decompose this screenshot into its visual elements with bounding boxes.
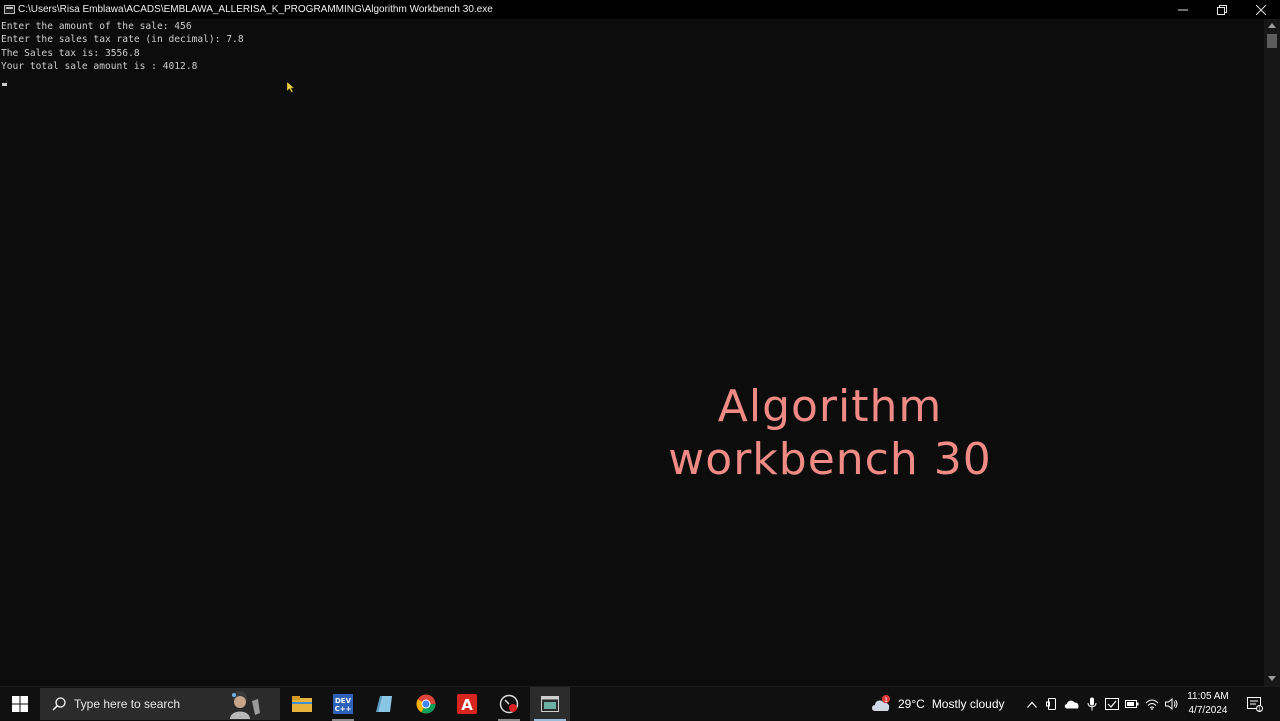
scroll-up-icon[interactable] (1268, 23, 1276, 28)
taskbar-dev-cpp[interactable]: DEV C++ (323, 687, 363, 721)
tray-device-button[interactable] (1042, 698, 1062, 710)
svg-text:C++: C++ (335, 705, 352, 713)
chevron-up-icon (1027, 701, 1037, 708)
scrollbar-thumb[interactable] (1267, 34, 1277, 48)
weather-widget[interactable]: 1 29°C Mostly cloudy (870, 687, 1005, 721)
window-title: C:\Users\Risa Emblawa\ACADS\EMBLAWA_ALLE… (18, 4, 493, 15)
tray-security-button[interactable] (1102, 698, 1122, 710)
microphone-icon (1087, 697, 1097, 711)
restore-button[interactable] (1202, 0, 1241, 19)
system-tray (1022, 687, 1182, 721)
notes-app-icon (376, 696, 392, 712)
security-shield-icon (1105, 698, 1119, 710)
mouse-pointer-icon (287, 82, 295, 93)
text-cursor (2, 83, 7, 86)
windows-start-icon (12, 696, 28, 712)
taskbar-notes[interactable] (364, 687, 404, 721)
taskbar-acrobat[interactable]: A (447, 687, 487, 721)
cloud-icon: 1 (872, 695, 890, 711)
search-highlight-icon[interactable] (218, 689, 266, 719)
minimize-button[interactable] (1163, 0, 1202, 19)
show-hidden-icons-button[interactable] (1022, 701, 1042, 708)
dev-cpp-icon: DEV C++ (333, 694, 353, 714)
notification-center-button[interactable]: 1 (1243, 687, 1267, 721)
notification-icon: 1 (1247, 696, 1263, 712)
taskbar-search[interactable]: Type here to search (40, 688, 280, 720)
clock-date: 4/7/2024 (1188, 705, 1228, 716)
console-line: The Sales tax is: 3556.8 (1, 47, 140, 59)
search-placeholder: Type here to search (74, 697, 181, 711)
taskbar-screen-recorder[interactable] (489, 687, 529, 721)
overlay-line-1: Algorithm (717, 381, 943, 432)
overlay-line-2: workbench 30 (668, 434, 992, 485)
chrome-icon (416, 694, 436, 714)
taskbar: Type here to search DEV C++ A 1 29°C Mos… (0, 686, 1280, 721)
wifi-icon (1145, 699, 1159, 710)
start-button[interactable] (0, 687, 40, 721)
close-button[interactable] (1241, 0, 1280, 19)
weather-temperature: 29°C (898, 697, 925, 711)
tray-microphone-button[interactable] (1082, 697, 1102, 711)
taskbar-file-explorer[interactable] (282, 687, 322, 721)
console-line: Your total sale amount is : 4012.8 (1, 60, 198, 72)
video-title-overlay: Algorithm workbench 30 (600, 380, 1060, 486)
battery-icon (1125, 700, 1139, 708)
tray-network-button[interactable] (1142, 698, 1162, 710)
tray-onedrive-button[interactable] (1062, 699, 1082, 709)
console-window[interactable]: C:\Users\Risa Emblawa\ACADS\EMBLAWA_ALLE… (0, 0, 1280, 686)
acrobat-icon: A (457, 694, 477, 714)
console-line: Enter the amount of the sale: 456 (1, 21, 192, 32)
onedrive-cloud-icon (1064, 700, 1079, 709)
weather-condition: Mostly cloudy (931, 697, 1005, 711)
file-explorer-icon (292, 696, 312, 712)
console-app-icon (4, 5, 15, 14)
tray-battery-button[interactable] (1122, 700, 1142, 708)
console-output[interactable]: Enter the amount of the sale: 456 Enter t… (1, 20, 244, 73)
svg-text:1: 1 (1258, 706, 1261, 712)
clock-time: 11:05 AM (1187, 691, 1229, 702)
volume-icon (1165, 698, 1178, 710)
svg-text:DEV: DEV (335, 697, 352, 705)
tray-volume-button[interactable] (1162, 698, 1182, 710)
taskbar-console[interactable] (530, 687, 570, 721)
console-window-icon (541, 696, 559, 712)
title-bar[interactable]: C:\Users\Risa Emblawa\ACADS\EMBLAWA_ALLE… (0, 0, 1280, 19)
minimize-icon (1177, 9, 1188, 10)
device-icon (1046, 698, 1056, 710)
taskbar-chrome[interactable] (406, 687, 446, 721)
close-icon (1255, 4, 1266, 15)
screen-recorder-icon (499, 694, 519, 714)
restore-icon (1216, 4, 1227, 15)
window-controls (1163, 0, 1280, 19)
weather-badge: 1 (884, 697, 888, 704)
scroll-down-icon[interactable] (1268, 676, 1276, 681)
vertical-scrollbar[interactable] (1264, 19, 1280, 686)
svg-text:A: A (461, 696, 473, 714)
console-line: Enter the sales tax rate (in decimal): 7… (1, 34, 244, 46)
taskbar-clock[interactable]: 11:05 AM 4/7/2024 (1182, 687, 1234, 721)
search-icon (52, 697, 66, 711)
